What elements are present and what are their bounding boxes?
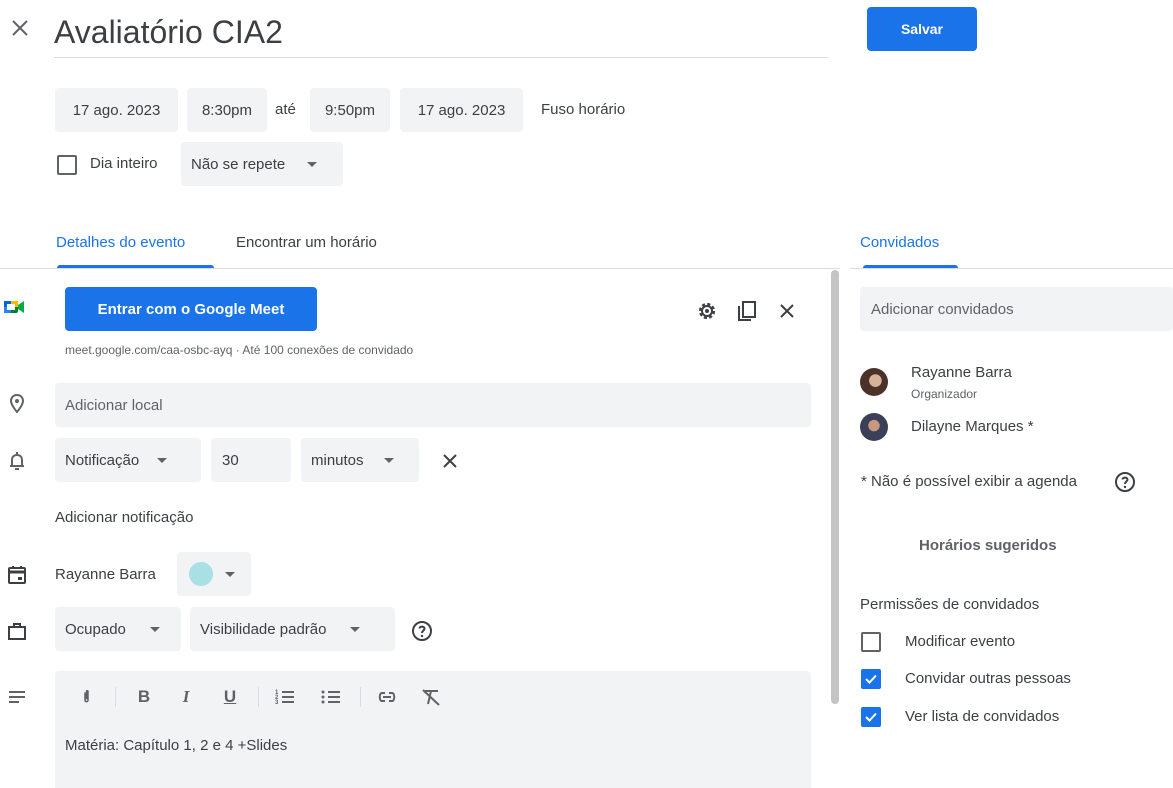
all-day-checkbox[interactable] <box>57 155 77 175</box>
bell-icon <box>5 449 29 478</box>
italic-icon[interactable]: I <box>174 685 198 709</box>
until-label: até <box>275 101 296 118</box>
visibility-value: Visibilidade padrão <box>200 620 327 638</box>
chevron-down-icon <box>383 457 394 463</box>
scrollbar[interactable] <box>831 270 839 704</box>
color-swatch <box>189 562 213 586</box>
help-icon[interactable] <box>410 619 434 648</box>
svg-text:3: 3 <box>275 700 279 706</box>
add-guests-input[interactable]: Adicionar convidados <box>860 287 1173 331</box>
briefcase-icon <box>5 619 29 648</box>
tab-event-details[interactable]: Detalhes do evento <box>56 234 185 251</box>
location-input[interactable]: Adicionar local <box>55 383 811 427</box>
guest-name: Dilayne Marques * <box>911 418 1034 435</box>
chevron-down-icon <box>157 457 168 463</box>
remove-notification-icon[interactable] <box>438 449 462 478</box>
event-title[interactable]: Avaliatório CIA2 <box>54 8 828 56</box>
all-day-label: Dia inteiro <box>90 155 158 172</box>
guests-divider <box>850 268 1173 269</box>
remove-meet-icon[interactable] <box>775 299 799 328</box>
avatar <box>860 368 888 396</box>
numbered-list-icon[interactable]: 123 <box>273 685 297 709</box>
underline-icon[interactable]: U <box>218 685 242 709</box>
guest-name: Rayanne Barra <box>911 364 1012 381</box>
toolbar-separator <box>115 687 116 707</box>
description-text[interactable]: Matéria: Capítulo 1, 2 e 4 +Slides <box>65 737 287 754</box>
save-button[interactable]: Salvar <box>867 7 977 51</box>
agenda-note: * Não é possível exibir a agenda <box>861 473 1077 490</box>
end-date-chip[interactable]: 17 ago. 2023 <box>400 88 523 132</box>
add-notification-link[interactable]: Adicionar notificação <box>55 509 193 526</box>
title-field[interactable]: Avaliatório CIA2 <box>54 8 828 58</box>
google-meet-icon <box>4 298 26 321</box>
add-guests-placeholder: Adicionar convidados <box>871 300 1014 318</box>
toolbar-separator <box>360 687 361 707</box>
notification-type-value: Notificação <box>65 451 140 469</box>
timezone-link[interactable]: Fuso horário <box>541 101 625 118</box>
clear-formatting-icon[interactable] <box>419 685 443 709</box>
notification-unit-value: minutos <box>311 451 364 469</box>
join-google-meet-button[interactable]: Entrar com o Google Meet <box>65 287 317 331</box>
chevron-down-icon <box>225 571 235 577</box>
attachment-icon[interactable] <box>76 685 100 709</box>
start-time-chip[interactable]: 8:30pm <box>187 88 267 132</box>
bulleted-list-icon[interactable] <box>319 685 343 709</box>
copy-icon[interactable] <box>735 299 759 328</box>
permission-see-list-label: Ver lista de convidados <box>905 708 1060 725</box>
bold-icon[interactable]: B <box>132 685 156 709</box>
notification-unit-dropdown[interactable]: minutos <box>301 438 419 482</box>
permission-invite-label: Convidar outras pessoas <box>905 670 1071 687</box>
repeat-value: Não se repete <box>191 155 286 173</box>
description-editor[interactable]: B I U 123 Matéria: Capítulo 1, 2 e 4 +Sl… <box>55 671 811 788</box>
notification-type-dropdown[interactable]: Notificação <box>55 438 201 482</box>
tab-find-time[interactable]: Encontrar um horário <box>236 234 377 251</box>
tabs-divider <box>0 268 840 269</box>
link-icon[interactable] <box>375 685 399 709</box>
end-time-chip[interactable]: 9:50pm <box>310 88 390 132</box>
help-icon[interactable] <box>1113 470 1137 499</box>
availability-value: Ocupado <box>65 620 126 638</box>
chevron-down-icon <box>149 626 160 632</box>
repeat-dropdown[interactable]: Não se repete <box>181 142 343 186</box>
visibility-dropdown[interactable]: Visibilidade padrão <box>190 607 395 651</box>
permission-invite-checkbox[interactable] <box>861 669 881 689</box>
start-date-chip[interactable]: 17 ago. 2023 <box>55 88 178 132</box>
guest-role: Organizador <box>911 387 978 401</box>
location-placeholder: Adicionar local <box>65 396 163 414</box>
chevron-down-icon <box>307 161 318 167</box>
calendar-icon <box>5 563 29 592</box>
permission-modify-label: Modificar evento <box>905 633 1016 650</box>
notification-amount-input[interactable]: 30 <box>211 438 291 482</box>
gear-icon[interactable] <box>695 299 719 328</box>
description-icon <box>5 685 29 714</box>
chevron-down-icon <box>350 626 361 632</box>
location-pin-icon <box>5 392 29 421</box>
permission-see-list-checkbox[interactable] <box>861 707 881 727</box>
permissions-title: Permissões de convidados <box>860 596 1040 613</box>
event-color-dropdown[interactable] <box>177 552 251 596</box>
availability-dropdown[interactable]: Ocupado <box>55 607 181 651</box>
tab-guests[interactable]: Convidados <box>860 234 939 251</box>
permission-modify-checkbox[interactable] <box>861 632 881 652</box>
toolbar-separator <box>258 687 259 707</box>
calendar-owner: Rayanne Barra <box>55 566 156 583</box>
suggested-times-button[interactable]: Horários sugeridos <box>919 537 1057 554</box>
avatar <box>860 413 888 441</box>
meet-link-text[interactable]: meet.google.com/caa-osbc-ayq · Até 100 c… <box>65 343 413 357</box>
notification-amount-value: 30 <box>222 451 239 469</box>
close-icon[interactable] <box>8 16 32 40</box>
